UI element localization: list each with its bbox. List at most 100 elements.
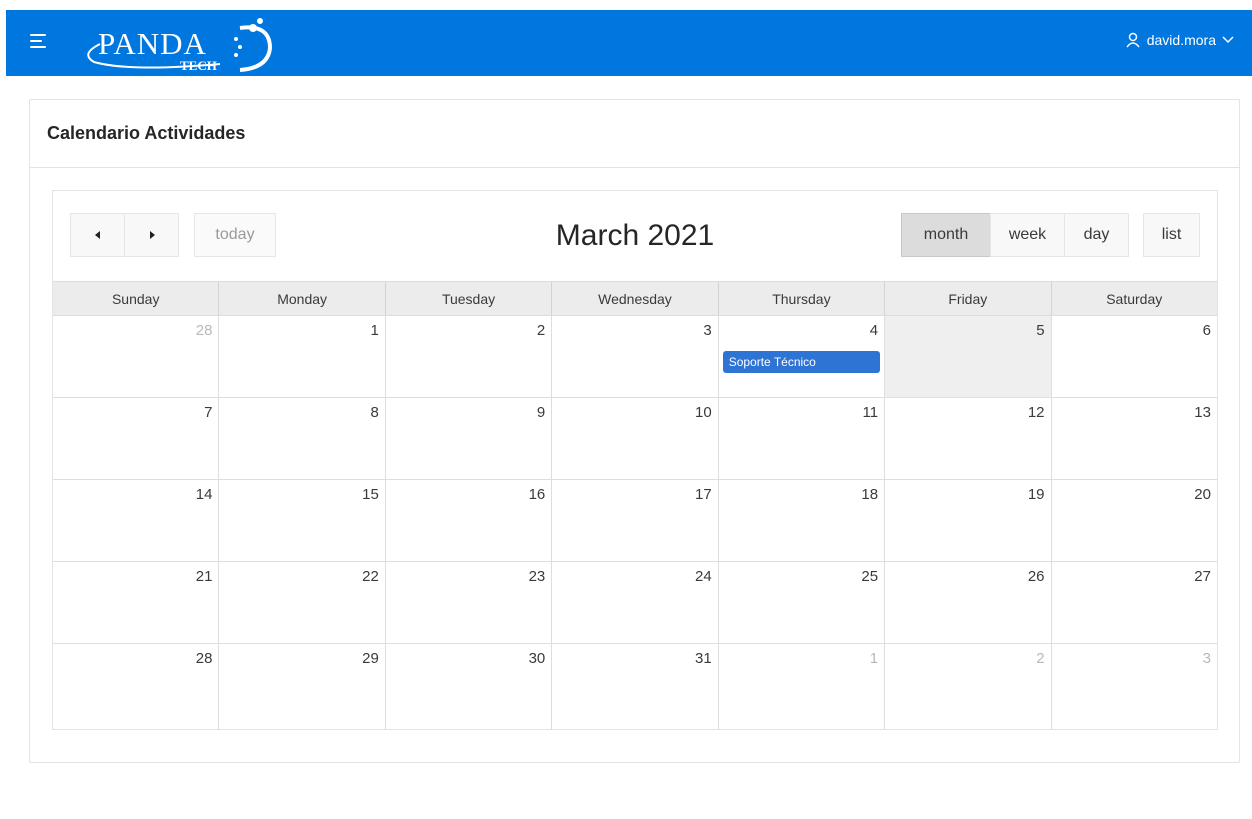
top-navigation-bar: PANDA TECH david.mora — [6, 10, 1252, 76]
calendar-day-cell[interactable]: 30 — [386, 644, 553, 730]
day-number[interactable]: 9 — [537, 404, 545, 421]
day-number[interactable]: 2 — [537, 322, 545, 339]
calendar-day-cell[interactable]: 6 — [1052, 316, 1217, 397]
calendar-day-cell[interactable]: 1 — [719, 644, 886, 730]
day-number[interactable]: 28 — [196, 650, 213, 667]
calendar-toolbar: today March 2021 month week day list — [53, 191, 1217, 281]
day-number[interactable]: 19 — [1028, 486, 1045, 503]
day-number[interactable]: 17 — [695, 486, 712, 503]
calendar-day-cell[interactable]: 13 — [1052, 398, 1217, 479]
calendar-day-cell[interactable]: 28 — [53, 316, 220, 397]
user-menu[interactable]: david.mora — [1125, 32, 1234, 48]
day-number[interactable]: 1 — [371, 322, 379, 339]
weekday-friday: Friday — [885, 282, 1052, 315]
calendar-day-cell[interactable]: 29 — [219, 644, 386, 730]
day-number[interactable]: 11 — [863, 404, 879, 421]
day-number[interactable]: 30 — [529, 650, 546, 667]
day-number[interactable]: 29 — [362, 650, 379, 667]
list-view-button[interactable]: list — [1143, 213, 1200, 257]
calendar-day-cell[interactable]: 7 — [53, 398, 220, 479]
calendar-day-cell[interactable]: 10 — [552, 398, 719, 479]
calendar-day-cell[interactable]: 16 — [386, 480, 553, 561]
calendar-day-cell[interactable]: 18 — [719, 480, 886, 561]
logo-subtext: TECH — [180, 58, 217, 73]
calendar-day-cell[interactable]: 31 — [552, 644, 719, 730]
day-number[interactable]: 28 — [196, 322, 213, 339]
calendar-day-cell[interactable]: 17 — [552, 480, 719, 561]
weekday-monday: Monday — [219, 282, 386, 315]
calendar-day-cell[interactable]: 28 — [53, 644, 220, 730]
calendar-week-row: 28 29 30 31 1 2 3 — [53, 644, 1217, 730]
calendar-week-row: 7 8 9 10 11 12 13 — [53, 398, 1217, 480]
day-view-button[interactable]: day — [1064, 213, 1129, 257]
day-number[interactable]: 25 — [861, 568, 878, 585]
day-number[interactable]: 1 — [870, 650, 878, 667]
calendar-week-row: 21 22 23 24 25 26 27 — [53, 562, 1217, 644]
calendar-day-cell[interactable]: 25 — [719, 562, 886, 643]
calendar-day-cell[interactable]: 3 — [552, 316, 719, 397]
calendar-day-cell[interactable]: 11 — [719, 398, 886, 479]
day-number[interactable]: 31 — [695, 650, 712, 667]
calendar-day-cell[interactable]: 2 — [386, 316, 553, 397]
calendar-day-cell[interactable]: 1 — [219, 316, 386, 397]
calendar-week-row: 14 15 16 17 18 19 20 — [53, 480, 1217, 562]
calendar-day-cell[interactable]: 12 — [885, 398, 1052, 479]
day-number[interactable]: 3 — [1203, 650, 1211, 667]
week-view-button[interactable]: week — [990, 213, 1065, 257]
calendar-day-cell[interactable]: 19 — [885, 480, 1052, 561]
day-number[interactable]: 24 — [695, 568, 712, 585]
day-number[interactable]: 27 — [1194, 568, 1211, 585]
month-view-button[interactable]: month — [901, 213, 991, 257]
calendar-day-cell[interactable]: 2 — [885, 644, 1052, 730]
day-number[interactable]: 8 — [371, 404, 379, 421]
calendar: today March 2021 month week day list Sun… — [52, 190, 1218, 730]
day-number[interactable]: 16 — [529, 486, 546, 503]
day-number[interactable]: 18 — [861, 486, 878, 503]
calendar-day-cell[interactable]: 24 — [552, 562, 719, 643]
day-number[interactable]: 12 — [1028, 404, 1045, 421]
logo-text: PANDA — [98, 26, 207, 61]
day-number[interactable]: 20 — [1194, 486, 1211, 503]
calendar-event[interactable]: Soporte Técnico — [722, 351, 881, 373]
weekday-header: Sunday Monday Tuesday Wednesday Thursday… — [53, 281, 1217, 316]
menu-toggle-icon[interactable] — [30, 34, 46, 48]
calendar-day-cell[interactable]: 21 — [53, 562, 220, 643]
day-number[interactable]: 22 — [362, 568, 379, 585]
username-label: david.mora — [1146, 32, 1216, 48]
calendar-day-cell[interactable]: 22 — [219, 562, 386, 643]
calendar-day-cell[interactable]: 23 — [386, 562, 553, 643]
weekday-wednesday: Wednesday — [552, 282, 719, 315]
weeks-container: 28 1 2 3 4 Soporte Técnico 5 6 7 8 9 10 11 12 13 14 15 16… — [53, 316, 1217, 730]
panda-tech-logo[interactable]: PANDA TECH — [70, 14, 300, 74]
day-number[interactable]: 5 — [1036, 322, 1044, 339]
day-number[interactable]: 3 — [703, 322, 711, 339]
calendar-day-cell[interactable]: 3 — [1052, 644, 1217, 730]
calendar-day-cell[interactable]: 8 — [219, 398, 386, 479]
calendar-day-cell[interactable]: 26 — [885, 562, 1052, 643]
day-number[interactable]: 21 — [196, 568, 213, 585]
calendar-day-cell[interactable]: 5 — [885, 316, 1052, 397]
user-icon — [1126, 32, 1140, 48]
calendar-day-cell[interactable]: 20 — [1052, 480, 1217, 561]
day-number[interactable]: 13 — [1194, 404, 1211, 421]
day-number[interactable]: 2 — [1036, 650, 1044, 667]
day-number[interactable]: 6 — [1203, 322, 1211, 339]
weekday-thursday: Thursday — [719, 282, 886, 315]
calendar-day-cell[interactable]: 15 — [219, 480, 386, 561]
day-number[interactable]: 15 — [362, 486, 379, 503]
day-number[interactable]: 4 — [870, 322, 878, 339]
day-number[interactable]: 10 — [695, 404, 712, 421]
chevron-down-icon — [1222, 36, 1234, 44]
calendar-region: Calendario Actividades today March 2021 … — [29, 99, 1240, 763]
day-number[interactable]: 7 — [204, 404, 212, 421]
weekday-sunday: Sunday — [53, 282, 220, 315]
calendar-day-cell[interactable]: 4 Soporte Técnico — [719, 316, 886, 397]
weekday-tuesday: Tuesday — [386, 282, 553, 315]
day-number[interactable]: 23 — [529, 568, 546, 585]
region-header: Calendario Actividades — [30, 100, 1239, 168]
calendar-day-cell[interactable]: 9 — [386, 398, 553, 479]
day-number[interactable]: 26 — [1028, 568, 1045, 585]
day-number[interactable]: 14 — [196, 486, 213, 503]
calendar-day-cell[interactable]: 27 — [1052, 562, 1217, 643]
calendar-day-cell[interactable]: 14 — [53, 480, 220, 561]
